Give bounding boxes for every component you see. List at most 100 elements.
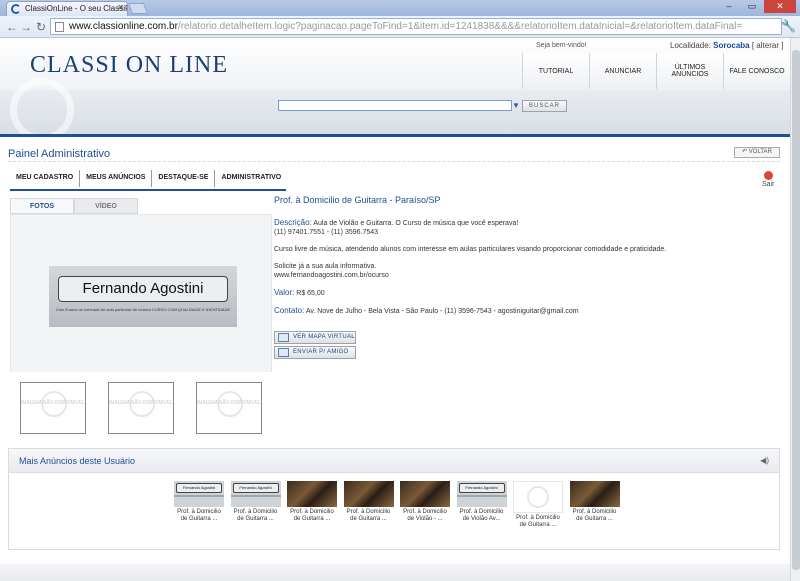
ad-thumbnail[interactable] bbox=[569, 481, 620, 507]
exit-label: Sair bbox=[762, 181, 775, 188]
ad-label[interactable]: Prof. à Domicilio de Guitarra ... bbox=[230, 509, 282, 523]
change-locality-link[interactable]: [ alterar ] bbox=[752, 41, 784, 50]
ad-thumbnail[interactable] bbox=[343, 481, 394, 507]
tab-video[interactable]: VÍDEO bbox=[74, 198, 138, 214]
envelope-icon bbox=[278, 348, 289, 357]
reload-icon[interactable]: ↻ bbox=[33, 19, 49, 35]
no-image-icon bbox=[527, 486, 549, 508]
tab-destaque-se[interactable]: DESTAQUE-SE bbox=[152, 170, 216, 187]
photo-thumbnails: IMAGEM NÃO DISPONÍVEL IMAGEM NÃO DISPONÍ… bbox=[10, 372, 272, 438]
more-ad-item[interactable]: Prof. à Domicilio de Guitarra ... bbox=[569, 481, 621, 523]
thumbnail[interactable]: IMAGEM NÃO DISPONÍVEL bbox=[108, 382, 174, 434]
welcome-text: Seja bem-vindo! bbox=[536, 42, 587, 49]
new-tab-button[interactable] bbox=[127, 3, 149, 14]
site-header: CLASSI ON LINE Seja bem-vindo! Localidad… bbox=[0, 38, 790, 90]
more-ads-title: Mais Anúncios deste Usuário bbox=[19, 456, 136, 466]
locality: Localidade: Sorocaba [ alterar ] bbox=[670, 41, 783, 50]
ad-thumbnail[interactable]: Fernando Agostini bbox=[174, 481, 224, 507]
value-block: Valor: R$ 65,00 bbox=[274, 288, 784, 298]
divider bbox=[8, 161, 780, 162]
more-ad-item[interactable]: Prof. à Domicilio de Guitarra ... bbox=[286, 481, 338, 523]
exit-button[interactable]: Sair bbox=[762, 171, 774, 188]
search-input[interactable] bbox=[278, 100, 512, 111]
exit-icon bbox=[763, 171, 773, 180]
more-ads-section: Mais Anúncios deste Usuário ◀) Fernando … bbox=[8, 448, 780, 550]
ad-thumbnail[interactable]: Fernando Agostini bbox=[230, 481, 281, 507]
send-to-friend-label: ENVIAR P/ AMIGO bbox=[293, 349, 349, 355]
search-band: ▼ BUSCAR bbox=[0, 78, 790, 142]
forward-arrow-icon[interactable]: → bbox=[18, 19, 34, 35]
tab-administrativo[interactable]: ADMINISTRATIVO bbox=[215, 170, 287, 187]
more-ad-item[interactable]: Fernando Agostini Prof. à Domicilio de Gu… bbox=[230, 481, 282, 523]
ad-thumbnail[interactable] bbox=[287, 481, 337, 507]
chevron-down-icon[interactable]: ▼ bbox=[512, 101, 520, 110]
browser-toolbar: ← → ↻ www.classionline.com.br/relatorio.… bbox=[0, 16, 800, 38]
close-tab-icon[interactable]: ✕ bbox=[117, 3, 124, 12]
more-ad-item[interactable]: Fernando Agostini Prof. à Domicilio de Gu… bbox=[173, 481, 225, 523]
more-ads-header: Mais Anúncios deste Usuário ◀) bbox=[9, 449, 779, 473]
ad-thumbnail[interactable] bbox=[400, 481, 450, 507]
address-bar[interactable]: www.classionline.com.br/relatorio.detalh… bbox=[50, 18, 782, 35]
contact-label: Contato: bbox=[274, 306, 305, 315]
ad-label[interactable]: Prof. à Domicilio de Violão Av... bbox=[456, 509, 508, 523]
view-map-button[interactable]: VER MAPA VIRTUAL bbox=[274, 331, 356, 344]
divider bbox=[0, 134, 790, 137]
no-image-text: IMAGEM NÃO DISPONÍVEL bbox=[197, 400, 261, 406]
back-button[interactable]: ↶ VOLTAR bbox=[734, 147, 780, 158]
value-text: R$ 65,00 bbox=[296, 290, 325, 297]
site-logo[interactable]: CLASSI ON LINE bbox=[30, 52, 228, 79]
more-ad-item[interactable]: Fernando Agostini Prof. à Domicilio de Vi… bbox=[456, 481, 508, 523]
thumbnail-text: Fernando Agostini bbox=[176, 483, 222, 493]
maximize-button[interactable]: ▭ bbox=[741, 0, 763, 13]
browser-tab-title: ClassiOnLine - O seu ClassiFi bbox=[25, 4, 128, 13]
admin-tabs: MEU CADASTRO MEUS ANÚNCIOS DESTAQUE-SE A… bbox=[10, 170, 287, 189]
ad-label[interactable]: Prof. à Domicilio de Guitarra ... bbox=[512, 515, 564, 529]
tab-fotos[interactable]: FOTOS bbox=[10, 198, 74, 214]
nav-anunciar[interactable]: ANUNCIAR bbox=[589, 53, 656, 89]
send-to-friend-button[interactable]: ENVIAR P/ AMIGO bbox=[274, 346, 356, 359]
magnifier-decoration-icon bbox=[10, 78, 74, 142]
main-photo[interactable]: Fernando Agostini Com 8 anos no mercado … bbox=[49, 266, 237, 327]
thumbnail-stripe bbox=[456, 495, 507, 497]
contact-block: Contato: Av. Nove de Julho - Bela Vista … bbox=[274, 306, 784, 316]
ad-thumbnail[interactable]: Fernando Agostini bbox=[456, 481, 507, 507]
ad-label[interactable]: Prof. à Domicilio de Guitarra ... bbox=[286, 509, 338, 523]
tab-meus-anuncios[interactable]: MEUS ANÚNCIOS bbox=[80, 170, 153, 187]
nav-fale-conosco[interactable]: FALE CONOSCO bbox=[723, 53, 790, 89]
tab-meu-cadastro[interactable]: MEU CADASTRO bbox=[10, 170, 81, 187]
locality-value: Sorocaba bbox=[713, 41, 750, 50]
ad-thumbnail[interactable] bbox=[513, 481, 563, 513]
top-navigation: TUTORIAL ANUNCIAR ÚLTIMOS ANÚNCIOS FALE … bbox=[522, 53, 790, 89]
ad-label[interactable]: Prof. à Domicilio de Guitarra ... bbox=[569, 509, 621, 523]
scrollbar-thumb[interactable] bbox=[792, 50, 800, 570]
minimize-button[interactable]: – bbox=[718, 0, 740, 13]
more-ad-item[interactable]: Prof. à Domicilio de Violão - ... bbox=[399, 481, 451, 523]
more-ad-item[interactable]: Prof. à Domicilio de Guitarra ... bbox=[343, 481, 395, 523]
nav-ultimos-anuncios[interactable]: ÚLTIMOS ANÚNCIOS bbox=[656, 53, 723, 89]
search-button[interactable]: BUSCAR bbox=[522, 100, 567, 112]
browser-tab[interactable]: ClassiOnLine - O seu ClassiFi ✕ bbox=[6, 1, 128, 16]
ad-label[interactable]: Prof. à Domicilio de Guitarra ... bbox=[173, 509, 225, 523]
ad-label[interactable]: Prof. à Domicilio de Violão - ... bbox=[399, 509, 451, 523]
description-text: Aula de Violão e Guitarra. O Curso de mú… bbox=[313, 220, 519, 227]
thumbnail[interactable]: IMAGEM NÃO DISPONÍVEL bbox=[20, 382, 86, 434]
panel-title: Painel Administrativo bbox=[8, 148, 111, 160]
page-scrollbar[interactable] bbox=[790, 38, 800, 581]
media-tabs: FOTOS VÍDEO bbox=[10, 198, 138, 214]
thumbnail[interactable]: IMAGEM NÃO DISPONÍVEL bbox=[196, 382, 262, 434]
ad-label[interactable]: Prof. à Domicilio de Guitarra ... bbox=[343, 509, 395, 523]
nav-tutorial[interactable]: TUTORIAL bbox=[522, 53, 589, 89]
description-block: Descrição: Aula de Violão e Guitarra. O … bbox=[274, 218, 784, 237]
back-label: VOLTAR bbox=[748, 149, 772, 155]
close-window-button[interactable]: ✕ bbox=[764, 0, 796, 13]
thumbnail-text: Fernando Agostini bbox=[232, 483, 279, 493]
speaker-icon[interactable]: ◀) bbox=[760, 456, 769, 465]
thumbnail-stripe bbox=[174, 495, 224, 497]
more-ad-item[interactable]: Prof. à Domicilio de Guitarra ... bbox=[512, 481, 564, 529]
value-label: Valor: bbox=[274, 288, 295, 297]
ad-actions: VER MAPA VIRTUAL ENVIAR P/ AMIGO bbox=[274, 331, 356, 361]
wrench-icon[interactable]: 🔧 bbox=[781, 19, 796, 33]
phones-text: (11) 97401.7551 - (11) 3596.7543 bbox=[274, 229, 379, 236]
browser-tab-bar: ClassiOnLine - O seu ClassiFi ✕ – ▭ ✕ bbox=[0, 0, 800, 16]
url-host: www.classionline.com.br bbox=[69, 21, 178, 32]
